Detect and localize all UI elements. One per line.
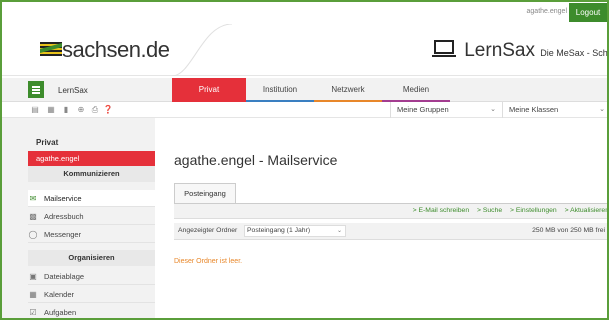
browser-frame: agathe.engel Logout sachsen.de LernSax D… [0,0,609,320]
folder-label: Angezeigter Ordner [178,227,238,234]
folder-select-value: Posteingang (1 Jahr) [247,227,311,234]
tab-institution[interactable]: Institution [246,78,314,102]
tab-netzwerk[interactable]: Netzwerk [314,78,382,102]
username-label: agathe.engel [526,8,567,15]
sidebar-item-messenger[interactable]: ◯ Messenger [28,226,155,243]
saxony-coat-of-arms-icon [40,42,62,56]
calendar-icon: ▦ [29,290,37,299]
sidebar-item-label: Mailservice [44,194,82,203]
action-links: > E-Mail schreiben > Suche > Einstellung… [407,207,607,214]
tab-posteingang[interactable]: Posteingang [174,183,236,203]
checklist-icon: ☑ [29,308,37,317]
action-bar: > E-Mail schreiben > Suche > Einstellung… [174,203,607,219]
sidebar-section-organisieren: Organisieren [28,250,155,266]
lernsax-brand[interactable]: LernSax Die MeSax - Schulcloud [432,40,608,64]
sidebar-item-label: Messenger [44,230,82,239]
user-bar: agathe.engel Logout [2,2,607,24]
menu-label: LernSax [58,86,88,95]
bookmark-icon[interactable]: ▮ [61,105,71,115]
sidebar-item-mailservice[interactable]: ✉ Mailservice [28,190,155,207]
sidebar-item-kalender[interactable]: ▦ Kalender [28,286,155,303]
help-icon[interactable]: ❓ [103,105,113,115]
classes-select[interactable]: Meine Klassen ⌄ [502,102,607,118]
toolbar-row: ▤ ▦ ▮ ⊕ ⎙ ❓ Meine Gruppen ⌄ Meine Klasse… [2,102,607,118]
tab-privat[interactable]: Privat [172,78,246,102]
chat-bubble-icon: ◯ [28,230,38,239]
sidebar: Privat agathe.engel Kommunizieren ✉ Mail… [2,118,155,318]
refresh-link[interactable]: > Aktualisieren [565,207,607,214]
sidebar-section-kommunizieren: Kommunizieren [28,166,155,182]
header-divider-curve [172,24,232,76]
page-title: agathe.engel - Mailservice [174,152,338,168]
settings-link[interactable]: > Einstellungen [510,207,557,214]
envelope-icon: ✉ [29,194,37,203]
sidebar-item-adressbuch[interactable]: ▩ Adressbuch [28,208,155,225]
folder-icon: ▣ [29,272,37,281]
sidebar-item-user[interactable]: agathe.engel [28,151,155,166]
tab-medien[interactable]: Medien [382,78,450,102]
brand-header: sachsen.de LernSax Die MeSax - Schulclou… [2,24,608,76]
chevron-down-icon: ⌄ [490,106,496,113]
sidebar-heading: Privat [36,138,59,147]
sidebar-item-dateiablage[interactable]: ▣ Dateiablage [28,268,155,285]
compose-email-link[interactable]: > E-Mail schreiben [413,207,469,214]
sidebar-item-label: Kalender [44,290,75,299]
storage-quota: 250 MB von 250 MB frei [532,227,605,234]
logout-button[interactable]: Logout [569,3,607,22]
sitemap-icon[interactable]: ▤ [30,105,40,115]
menu-toggle-button[interactable] [28,81,44,98]
groups-select-value: Meine Gruppen [397,105,449,114]
search-link[interactable]: > Suche [477,207,502,214]
main-nav: LernSax Privat Institution Netzwerk Medi… [2,78,607,102]
chevron-down-icon: ⌄ [599,106,605,113]
sachsen-brand[interactable]: sachsen.de [2,24,192,76]
brand-name: sachsen.de [62,37,170,62]
laptop-icon [432,40,456,57]
lernsax-title: LernSax [464,40,536,61]
sidebar-item-label: Aufgaben [44,308,77,317]
notes-icon[interactable]: ▦ [46,105,56,115]
classes-select-value: Meine Klassen [509,105,559,114]
sidebar-item-label: Adressbuch [44,212,84,221]
sidebar-item-label: Dateiablage [44,272,85,281]
groups-select[interactable]: Meine Gruppen ⌄ [390,102,502,118]
print-icon[interactable]: ⎙ [90,105,100,115]
address-book-icon: ▩ [29,212,37,221]
lernsax-tagline: Die MeSax - Schulcloud [540,48,608,58]
empty-folder-message: Dieser Ordner ist leer. [174,258,243,265]
sidebar-item-aufgaben[interactable]: ☑ Aufgaben [28,304,155,318]
folder-select[interactable]: Posteingang (1 Jahr) ⌄ [244,225,346,237]
chevron-down-icon: ⌄ [336,228,342,234]
add-shortcut-icon[interactable]: ⊕ [76,105,86,115]
folder-bar: Angezeigter Ordner Posteingang (1 Jahr) … [174,223,607,240]
